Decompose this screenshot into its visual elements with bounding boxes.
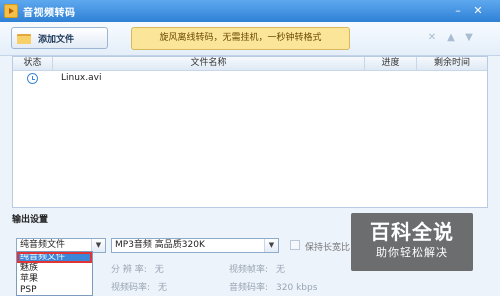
keep-ratio-label: 保持长宽比 — [305, 243, 351, 253]
video-framerate-field: 视频帧率: 无 — [229, 262, 285, 275]
table-header: 状态 文件名称 进度 剩余时间 — [13, 57, 487, 71]
column-header-progress[interactable]: 进度 — [365, 57, 417, 70]
chevron-down-icon[interactable]: ▼ — [264, 239, 278, 252]
video-bitrate-field: 视频码率: 无 — [111, 280, 167, 293]
toolbar: 添加文件 旋风离线转码，无需挂机，一秒钟转格式 ✕ ▲ ▼ — [0, 22, 500, 56]
add-file-button[interactable]: 添加文件 — [11, 27, 108, 49]
minimize-icon[interactable]: – — [450, 3, 466, 19]
video-framerate-value: 无 — [276, 265, 286, 275]
column-header-filename[interactable]: 文件名称 — [53, 57, 365, 70]
dropdown-option[interactable]: 纯音频文件 — [17, 252, 92, 263]
clock-icon — [27, 73, 38, 84]
title-bar: 音视频转码 – ✕ — [0, 0, 500, 22]
watermark-logo: 百科全说 助你轻松解决 — [351, 213, 473, 271]
window-title: 音视频转码 — [23, 7, 76, 19]
move-up-icon[interactable]: ▲ — [445, 32, 457, 44]
table-row[interactable]: Linux.avi — [13, 71, 487, 86]
video-bitrate-value: 无 — [158, 283, 168, 293]
dropdown-option[interactable]: PSP — [17, 285, 92, 295]
dropdown-option[interactable]: 苹果 — [17, 274, 92, 285]
resolution-value: 无 — [154, 265, 164, 275]
audio-bitrate-value: 320 kbps — [276, 283, 318, 293]
column-header-status[interactable]: 状态 — [13, 57, 53, 70]
column-header-remaining[interactable]: 剩余时间 — [417, 57, 487, 70]
resolution-label: 分 辨 率: — [111, 265, 147, 275]
folder-icon — [17, 33, 31, 44]
add-file-label: 添加文件 — [38, 34, 75, 45]
chevron-down-icon[interactable]: ▼ — [91, 239, 105, 252]
audio-bitrate-field: 音频码率: 320 kbps — [229, 280, 317, 293]
audio-bitrate-label: 音频码率: — [229, 283, 269, 293]
keep-ratio-checkbox[interactable] — [290, 240, 300, 250]
app-icon — [4, 4, 18, 18]
output-type-dropdown[interactable]: 纯音频文件 魅族 苹果 PSP — [16, 251, 93, 296]
output-type-value: 纯音频文件 — [20, 240, 66, 250]
resolution-field: 分 辨 率: 无 — [111, 262, 164, 275]
dropdown-option[interactable]: 魅族 — [17, 263, 92, 274]
file-list-table[interactable]: 状态 文件名称 进度 剩余时间 Linux.avi — [12, 56, 488, 208]
offline-transcode-promo-button[interactable]: 旋风离线转码，无需挂机，一秒钟转格式 — [131, 27, 350, 50]
watermark-title: 百科全说 — [370, 220, 454, 244]
video-framerate-label: 视频帧率: — [229, 265, 269, 275]
output-format-select[interactable]: MP3音频 高品质320K ▼ — [111, 238, 279, 253]
video-bitrate-label: 视频码率: — [111, 283, 151, 293]
delete-icon[interactable]: ✕ — [426, 32, 438, 44]
watermark-subtitle: 助你轻松解决 — [376, 246, 448, 259]
file-name: Linux.avi — [61, 73, 102, 83]
move-down-icon[interactable]: ▼ — [463, 32, 475, 44]
output-settings-label: 输出设置 — [12, 215, 49, 225]
output-format-value: MP3音频 高品质320K — [115, 240, 205, 250]
close-icon[interactable]: ✕ — [470, 3, 486, 19]
